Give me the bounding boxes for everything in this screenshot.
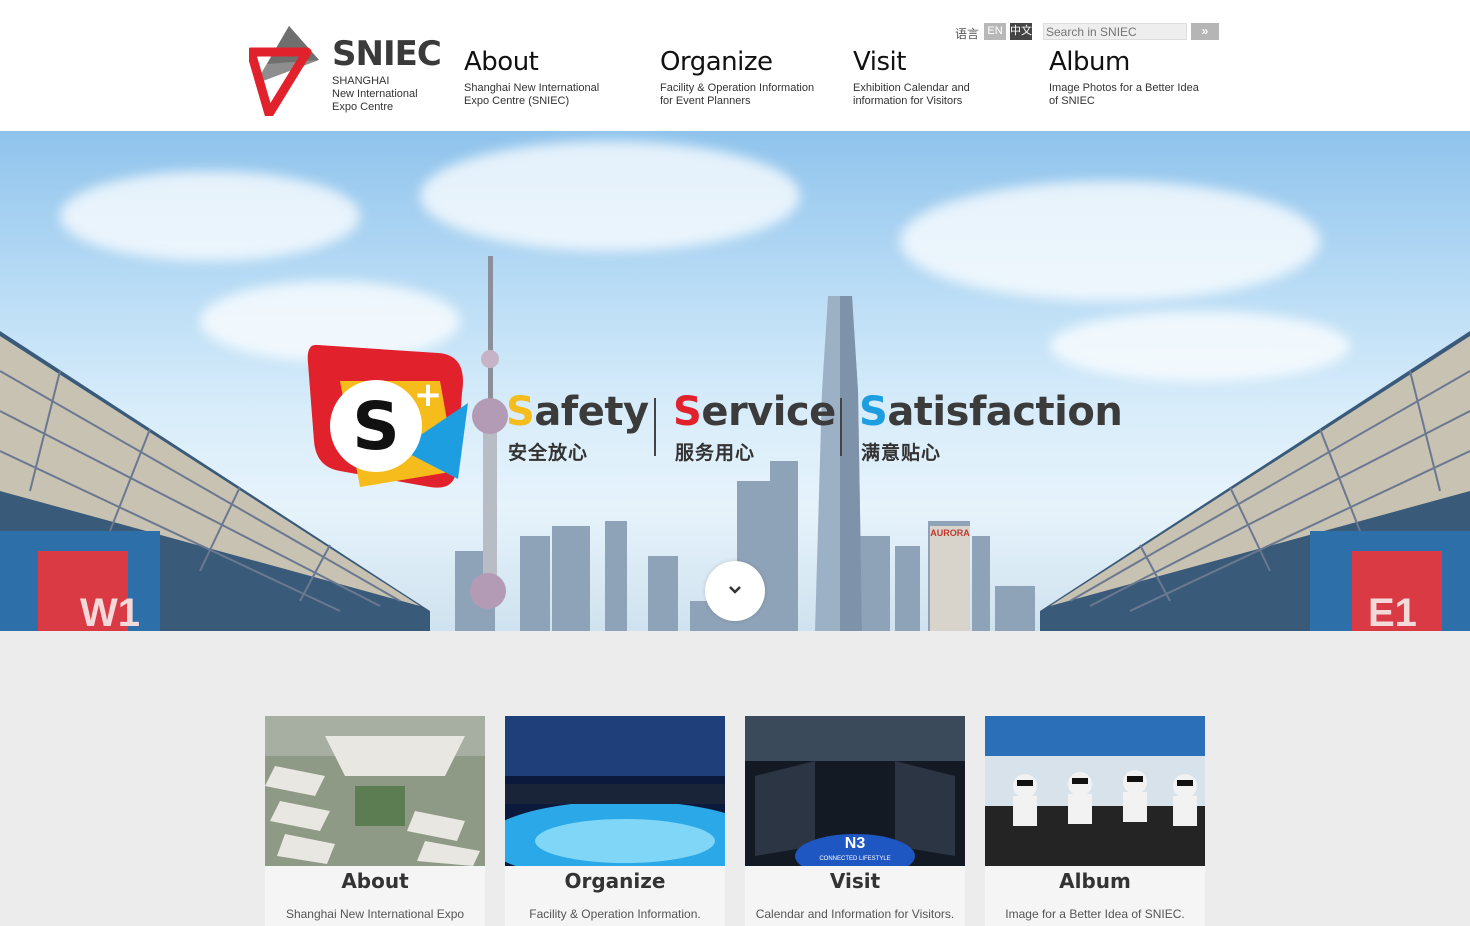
- card-about[interactable]: About Shanghai New International Expo: [265, 716, 485, 926]
- nav-about[interactable]: About Shanghai New International Expo Ce…: [464, 44, 634, 108]
- card-organize[interactable]: Organize Facility & Operation Informatio…: [505, 716, 725, 926]
- slogan-divider: [654, 398, 656, 456]
- card-visit[interactable]: N3 CONNECTED LIFESTYLE Visit Calendar an…: [745, 716, 965, 926]
- nav-album[interactable]: Album Image Photos for a Better Idea of …: [1049, 44, 1219, 108]
- nav-visit-desc-line2: information for Visitors: [853, 95, 963, 107]
- lang-cn-button[interactable]: 中文: [1010, 23, 1032, 40]
- search-arrow-icon: »: [1201, 24, 1209, 38]
- visit-floor-sub: CONNECTED LIFESTYLE: [819, 856, 890, 862]
- nav-visit[interactable]: Visit Exhibition Calendar and informatio…: [853, 44, 1023, 108]
- card-organize-desc: Facility & Operation Information.: [529, 907, 701, 921]
- chevron-down-icon: [729, 586, 741, 594]
- hall-w1-label: W1: [80, 591, 140, 631]
- logo-subtitle: SHANGHAI New International Expo Centre: [332, 75, 418, 114]
- nav-album-desc-line1: Image Photos for a Better Idea: [1049, 82, 1199, 94]
- building-sign-text: AURORA: [930, 528, 970, 538]
- card-album-image[interactable]: [985, 716, 1205, 866]
- site-header: SNIEC SHANGHAI New International Expo Ce…: [0, 0, 1470, 131]
- logo-sub-line3: Expo Centre: [332, 101, 394, 113]
- logo-sub-line2: New International: [332, 88, 418, 100]
- hero-banner: AURORA W1 E1 S + Safety 安全放心 Service 服务用…: [0, 131, 1470, 631]
- slogan-safety-cn: 安全放心: [508, 442, 589, 464]
- nav-about-desc-line1: Shanghai New International: [464, 82, 600, 94]
- slogan-service-cn: 服务用心: [675, 442, 756, 464]
- hall-e1-label: E1: [1368, 591, 1417, 631]
- card-about-title[interactable]: About: [265, 868, 485, 894]
- nav-visit-desc: Exhibition Calendar and information for …: [853, 82, 1023, 108]
- card-visit-image[interactable]: N3 CONNECTED LIFESTYLE: [745, 716, 965, 866]
- language-label: 语言: [955, 27, 980, 41]
- nav-organize[interactable]: Organize Facility & Operation Informatio…: [660, 44, 830, 108]
- slogan-satisfaction: Satisfaction: [859, 389, 1123, 435]
- svg-text:S: S: [352, 388, 400, 465]
- nav-album-desc-line2: of SNIEC: [1049, 95, 1095, 107]
- card-organize-image[interactable]: [505, 716, 725, 866]
- nav-about-desc: Shanghai New International Expo Centre (…: [464, 82, 634, 108]
- slogan-safety-cap: S: [506, 389, 535, 435]
- slogan-divider: [840, 398, 842, 456]
- card-album-desc: Image for a Better Idea of SNIEC.: [1005, 907, 1185, 921]
- s-plus-badge: S +: [307, 344, 468, 488]
- nav-about-title[interactable]: About: [464, 44, 634, 80]
- svg-text:+: +: [414, 375, 443, 415]
- visit-floor-sign: N3: [845, 835, 866, 852]
- nav-organize-desc-line2: for Event Planners: [660, 95, 751, 107]
- nav-organize-desc-line1: Facility & Operation Information: [660, 82, 815, 94]
- slogan-satisfaction-cn: 满意贴心: [861, 442, 942, 464]
- card-album[interactable]: Album Image for a Better Idea of SNIEC.: [985, 716, 1205, 926]
- nav-album-title[interactable]: Album: [1049, 44, 1219, 80]
- lang-en-button[interactable]: EN: [984, 23, 1006, 40]
- search-input[interactable]: [1043, 23, 1187, 40]
- logo-triangle-icon: [249, 26, 319, 116]
- card-about-image[interactable]: [265, 716, 485, 866]
- search-button[interactable]: »: [1191, 23, 1219, 40]
- nav-organize-title[interactable]: Organize: [660, 44, 830, 80]
- slogan-service: Service: [673, 389, 836, 435]
- slogan-safety: Safety: [506, 389, 649, 435]
- card-organize-title[interactable]: Organize: [505, 868, 725, 894]
- card-album-title[interactable]: Album: [985, 868, 1205, 894]
- nav-about-desc-line2: Expo Centre (SNIEC): [464, 95, 570, 107]
- nav-album-desc: Image Photos for a Better Idea of SNIEC: [1049, 82, 1219, 108]
- slogan-satisfaction-cap: S: [859, 389, 888, 435]
- slogan-service-rest: ervice: [701, 389, 836, 435]
- hero-skyline-illustration: AURORA W1 E1 S +: [0, 256, 1470, 631]
- nav-visit-desc-line1: Exhibition Calendar and: [853, 82, 970, 94]
- card-about-desc: Shanghai New International Expo: [285, 907, 465, 921]
- logo-sub-line1: SHANGHAI: [332, 75, 390, 87]
- slogan-service-cap: S: [673, 389, 702, 435]
- logo-wordmark: SNIEC: [332, 34, 442, 74]
- nav-organize-desc: Facility & Operation Information for Eve…: [660, 82, 830, 108]
- scroll-down-button[interactable]: [705, 561, 765, 621]
- slogan-safety-rest: afety: [534, 389, 649, 435]
- card-visit-desc: Calendar and Information for Visitors.: [755, 907, 955, 921]
- slogan-satisfaction-rest: atisfaction: [887, 389, 1123, 435]
- sniec-logo[interactable]: SNIEC SHANGHAI New International Expo Ce…: [249, 24, 444, 116]
- nav-visit-title[interactable]: Visit: [853, 44, 1023, 80]
- card-visit-title[interactable]: Visit: [745, 868, 965, 894]
